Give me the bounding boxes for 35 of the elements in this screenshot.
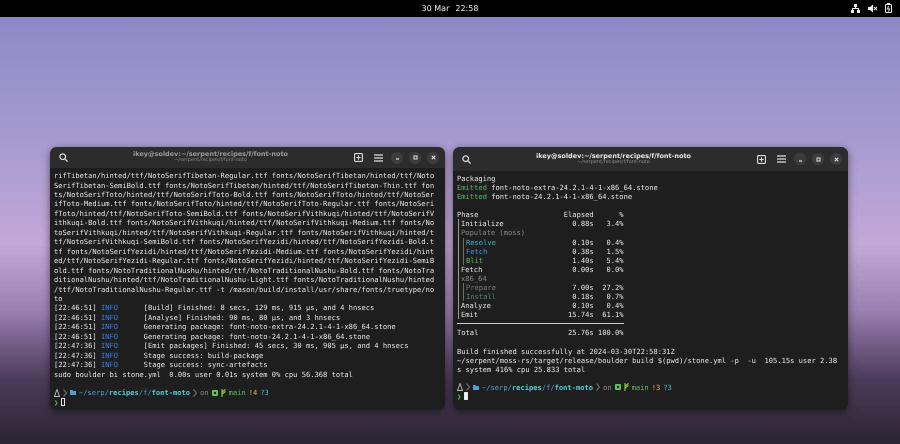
new-tab-button[interactable]: [351, 150, 365, 165]
branch-icon: [220, 388, 226, 397]
close-icon: [430, 155, 436, 160]
git-icon: [212, 390, 218, 396]
time-label: 22:58: [455, 4, 478, 13]
minimize-button[interactable]: [794, 153, 806, 165]
folder-icon: [70, 390, 76, 396]
git-icon: [614, 384, 621, 390]
chevron-icon: [596, 383, 600, 392]
new-tab-button[interactable]: [754, 152, 768, 166]
chevron-icon: [466, 383, 470, 392]
close-button[interactable]: [427, 152, 439, 164]
chevron-icon: [193, 388, 198, 397]
plus-square-icon: [756, 154, 766, 164]
close-button[interactable]: [830, 153, 842, 165]
network-icon[interactable]: [851, 4, 860, 12]
distro-logo-icon: [54, 388, 60, 397]
menu-icon: [776, 155, 786, 163]
folder-icon: [473, 384, 479, 390]
branch-icon: [624, 383, 629, 392]
menu-icon: [374, 154, 382, 162]
muted-speaker-icon[interactable]: [868, 4, 877, 12]
maximize-icon: [816, 156, 820, 162]
minimize-button[interactable]: [391, 152, 403, 164]
maximize-button[interactable]: [409, 152, 421, 164]
maximize-button[interactable]: [812, 153, 824, 165]
chevron-icon: [63, 388, 67, 397]
search-icon: [58, 153, 68, 162]
search-icon: [462, 154, 470, 164]
plus-square-icon: [354, 153, 362, 162]
maximize-icon: [412, 155, 418, 160]
battery-icon[interactable]: [885, 3, 892, 13]
distro-logo-icon: [457, 383, 463, 392]
close-icon: [834, 156, 838, 162]
date-label: 30 Mar: [422, 4, 450, 13]
